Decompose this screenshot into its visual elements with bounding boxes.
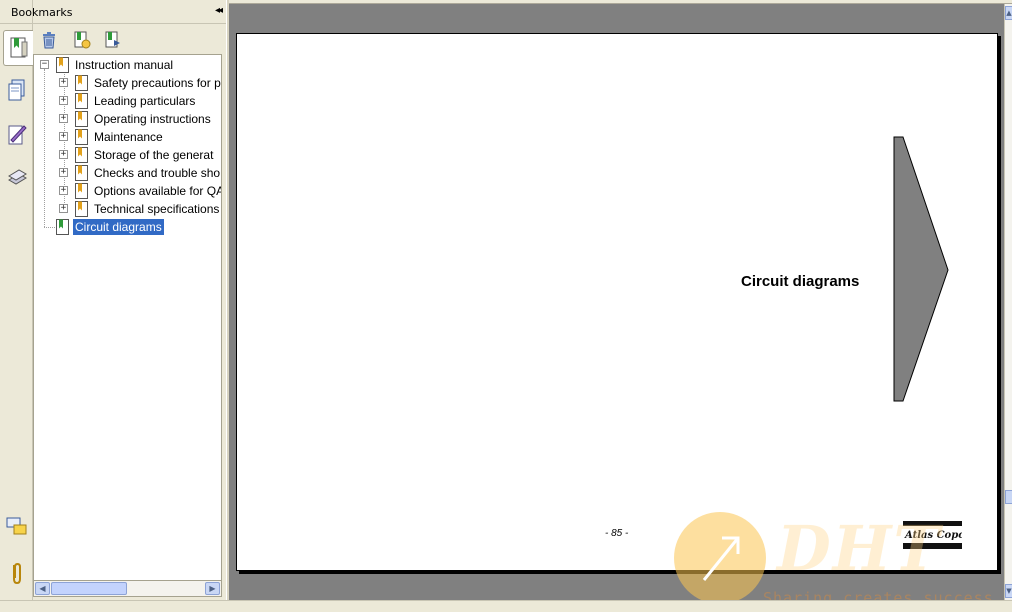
vertical-scrollbar[interactable]: ▲ ▼ xyxy=(1004,4,1012,600)
expand-toggle[interactable]: + xyxy=(59,186,68,195)
bookmark-icon xyxy=(75,75,88,91)
bookmark-item[interactable]: + Safety precautions for p xyxy=(34,74,221,92)
bookmark-item[interactable]: + Storage of the generat xyxy=(34,146,221,164)
bookmark-icon xyxy=(75,129,88,145)
collapse-panel-button[interactable]: ◂◂ xyxy=(215,5,223,16)
section-tab-arrow xyxy=(893,136,949,402)
bookmark-icon xyxy=(75,183,88,199)
watermark-arrow-badge xyxy=(674,512,766,600)
comments-icon[interactable] xyxy=(4,512,30,542)
scroll-down-arrow[interactable]: ▼ xyxy=(1005,584,1012,598)
status-bar xyxy=(0,600,1012,612)
scroll-right-arrow[interactable]: ▶ xyxy=(205,582,220,595)
bookmark-label: Checks and trouble sho xyxy=(94,166,221,180)
bookmark-icon xyxy=(75,111,88,127)
expand-toggle[interactable]: + xyxy=(59,204,68,213)
bookmark-item[interactable]: + Checks and trouble sho xyxy=(34,164,221,182)
pages-panel-icon[interactable] xyxy=(4,76,30,106)
bookmark-label: Options available for QA xyxy=(94,184,222,198)
bookmark-options-icon[interactable] xyxy=(102,30,124,50)
pdf-page: Circuit diagrams - 85 - Atlas Copco DHT … xyxy=(236,33,998,600)
navigation-rail xyxy=(0,0,34,600)
bookmark-icon xyxy=(75,93,88,109)
bookmark-label: Operating instructions xyxy=(94,112,211,126)
expand-toggle[interactable]: + xyxy=(59,78,68,87)
bookmark-label: Storage of the generat xyxy=(94,148,214,162)
bookmark-icon xyxy=(56,219,69,235)
bookmark-label: Instruction manual xyxy=(75,58,174,72)
acrobat-window: Bookmarks ◂◂ − Instruction manual + Safety … xyxy=(0,0,1012,612)
watermark-tagline: Sharing creates success xyxy=(763,589,994,600)
bookmark-root[interactable]: − Instruction manual xyxy=(34,56,221,74)
bookmark-item[interactable]: + Leading particulars xyxy=(34,92,221,110)
bookmark-item[interactable]: + Maintenance xyxy=(34,128,221,146)
expand-toggle[interactable]: + xyxy=(59,96,68,105)
trash-icon[interactable] xyxy=(38,30,60,50)
bookmark-item[interactable]: + Operating instructions xyxy=(34,110,221,128)
signatures-panel-icon[interactable] xyxy=(4,120,30,150)
bookmark-label: Circuit diagrams xyxy=(72,218,165,236)
document-view[interactable]: Circuit diagrams - 85 - Atlas Copco DHT … xyxy=(229,4,1004,600)
bookmark-item[interactable]: + Options available for QA xyxy=(34,182,222,200)
bookmark-icon xyxy=(56,57,69,73)
bookmark-label: Safety precautions for p xyxy=(94,76,221,90)
scroll-up-arrow[interactable]: ▲ xyxy=(1005,6,1012,20)
expand-toggle[interactable]: + xyxy=(59,168,68,177)
page-number: - 85 - xyxy=(605,528,629,539)
layers-panel-icon[interactable] xyxy=(4,163,30,193)
bookmark-item-selected[interactable]: Circuit diagrams xyxy=(34,218,221,236)
bookmark-icon xyxy=(75,165,88,181)
bookmark-item[interactable]: + Technical specifications xyxy=(34,200,221,218)
panel-title: Bookmarks xyxy=(11,6,73,19)
bookmark-label: Technical specifications xyxy=(94,202,220,216)
collapse-toggle[interactable]: − xyxy=(40,60,49,69)
panel-header: Bookmarks ◂◂ xyxy=(0,0,226,24)
scroll-left-arrow[interactable]: ◀ xyxy=(35,582,50,595)
bookmarks-panel-icon[interactable] xyxy=(3,30,34,66)
watermark-logo: DHT xyxy=(777,512,942,585)
attachments-icon[interactable] xyxy=(4,558,30,588)
expand-toggle[interactable]: + xyxy=(59,150,68,159)
bookmark-icon xyxy=(75,201,88,217)
scroll-thumb-marker[interactable] xyxy=(1005,490,1012,504)
bookmark-label: Maintenance xyxy=(94,130,163,144)
bookmarks-panel: Bookmarks ◂◂ − Instruction manual + Safety … xyxy=(0,0,226,600)
expand-toggle[interactable]: + xyxy=(59,132,68,141)
bookmark-label: Leading particulars xyxy=(94,94,196,108)
bookmarks-toolbar xyxy=(33,26,226,54)
scroll-thumb[interactable] xyxy=(51,582,127,595)
bookmark-tree: − Instruction manual + Safety precautions f… xyxy=(33,54,222,581)
expand-toggle[interactable]: + xyxy=(59,114,68,123)
bookmark-icon xyxy=(75,147,88,163)
section-title: Circuit diagrams xyxy=(741,273,860,290)
new-bookmark-icon[interactable] xyxy=(71,30,93,50)
horizontal-scrollbar[interactable]: ◀ ▶ xyxy=(33,580,222,597)
